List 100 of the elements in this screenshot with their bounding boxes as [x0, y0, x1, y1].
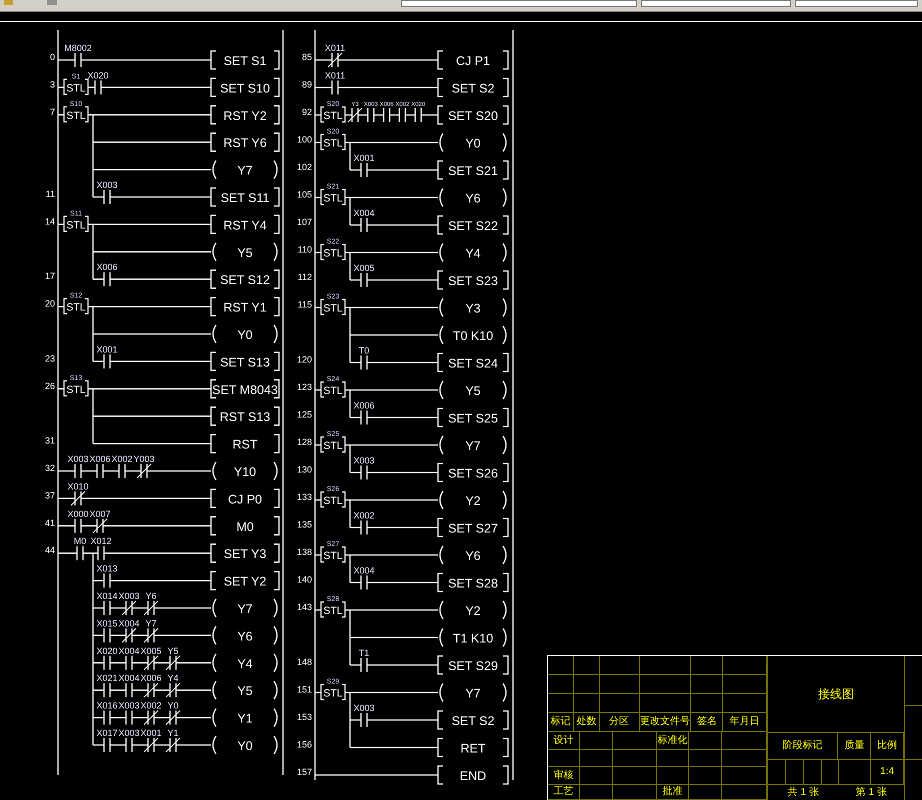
normally-closed-contact: X006 — [140, 673, 162, 698]
instruction-box: SET S27 — [437, 518, 509, 538]
step-number: 128 — [296, 437, 312, 447]
title-block-cell: 设计 — [548, 732, 580, 750]
output-coil: Y7 — [439, 436, 507, 454]
step-number: 89 — [302, 80, 312, 90]
instruction-box: END — [437, 765, 509, 785]
title-block-cell: 批准 — [656, 785, 690, 800]
instruction-box: CJ P0 — [210, 488, 280, 508]
output-coil: Y0 — [212, 324, 278, 344]
step-number: 115 — [298, 300, 312, 310]
normally-closed-contact: Y7 — [144, 618, 158, 643]
instruction-box: SET S12 — [210, 270, 280, 289]
title-block-cell: 签名 — [691, 712, 724, 732]
title-block-cell: 阶段标记 — [768, 733, 838, 759]
output-coil: Y7 — [212, 598, 278, 618]
output-coil: Y6 — [439, 546, 507, 564]
step-number: 37 — [44, 490, 55, 500]
normally-open-contact: X001 — [353, 153, 375, 177]
normally-open-contact: X006 — [96, 262, 118, 286]
normally-closed-contact: Y5 — [166, 646, 180, 670]
step-number: 151 — [296, 684, 312, 694]
instruction-box: RST — [210, 434, 280, 454]
step-number: 156 — [296, 740, 312, 750]
title-block-cell: 处数 — [574, 712, 600, 732]
step-number: 125 — [296, 410, 312, 420]
title-block-cell: 1:4 — [871, 760, 904, 784]
step-number: 107 — [296, 217, 312, 227]
output-coil: Y5 — [212, 680, 278, 700]
instruction-box: SET S23 — [437, 270, 509, 290]
normally-open-contact: X003 — [67, 454, 89, 478]
output-coil: Y5 — [439, 380, 507, 400]
normally-open-contact: M8002 — [64, 43, 92, 67]
step-number: 123 — [296, 382, 312, 392]
normally-open-contact: M0 — [74, 536, 86, 560]
output-coil: Y5 — [212, 242, 278, 262]
step-number: 92 — [302, 107, 312, 117]
instruction-box: SET S25 — [437, 408, 509, 428]
normally-open-contact: X001 — [96, 344, 118, 368]
instruction-box: RST S13 — [210, 406, 280, 426]
normally-closed-contact: X011 — [324, 43, 346, 68]
title-block-cell: 标记 — [548, 712, 574, 732]
step-number: 0 — [50, 52, 55, 62]
sheet-number: 第 1 张 — [854, 788, 888, 798]
step-number: 102 — [296, 162, 312, 172]
normally-open-contact: X003 — [353, 456, 375, 480]
step-number: 17 — [44, 271, 55, 282]
normally-open-contact: X003 — [118, 700, 140, 725]
dropdown-field[interactable] — [795, 0, 918, 7]
instruction-box: RST Y2 — [210, 105, 280, 124]
step-number: 100 — [296, 134, 312, 144]
output-coil: Y4 — [439, 243, 507, 262]
normally-open-contact: X006 — [353, 400, 375, 424]
output-coil: T1 K10 — [439, 628, 507, 647]
step-number: 7 — [50, 106, 55, 117]
normally-closed-contact: X004 — [118, 618, 140, 643]
step-number: 26 — [44, 380, 55, 391]
normally-open-contact: X016 — [96, 700, 118, 725]
instruction-box: SET S24 — [437, 352, 509, 372]
step-number: 157 — [296, 767, 312, 777]
instruction-box: M0 — [210, 516, 280, 536]
normally-open-contact: X006 — [89, 454, 111, 478]
normally-closed-contact: Y6 — [144, 591, 158, 616]
instruction-box: SET S20 — [437, 105, 509, 125]
instruction-box: RST Y1 — [210, 296, 280, 316]
normally-open-contact: T1 — [358, 648, 370, 672]
output-coil: Y4 — [212, 653, 278, 672]
normally-open-contact: X011 — [324, 70, 346, 94]
step-number: 85 — [302, 52, 312, 62]
normally-open-contact: X015 — [96, 618, 118, 642]
title-block-cell: 标准化 — [656, 732, 690, 750]
output-coil: Y3 — [439, 298, 507, 317]
dropdown-field[interactable] — [640, 0, 792, 7]
output-coil: Y10 — [212, 462, 278, 480]
step-number: 14 — [44, 216, 55, 226]
normally-closed-contact: X001 — [140, 728, 162, 752]
normally-closed-contact: Y1 — [166, 728, 180, 752]
instruction-box: SET S2 — [437, 78, 509, 98]
normally-open-contact: X005 — [353, 263, 375, 287]
step-number: 130 — [296, 464, 312, 474]
normally-open-contact: X014 — [96, 591, 118, 615]
output-coil: Y2 — [439, 490, 507, 510]
instruction-box: SET S2 — [437, 710, 509, 730]
step-number: 41 — [44, 518, 55, 528]
normally-closed-contact: X002 — [140, 700, 162, 726]
dropdown-field[interactable] — [400, 0, 637, 7]
instruction-box: SET M8043 — [210, 379, 280, 398]
instruction-box: SET Y3 — [210, 544, 280, 563]
normally-closed-contact: X005 — [140, 646, 162, 670]
title-block-cell: 工艺 — [548, 785, 580, 800]
step-number: 11 — [46, 189, 55, 199]
normally-closed-contact: Y003 — [133, 454, 155, 478]
step-number: 44 — [44, 545, 55, 556]
title-block-cell: 质量 — [838, 733, 872, 759]
normally-open-contact: X002 — [111, 454, 133, 478]
output-coil: Y7 — [212, 160, 278, 179]
sheet-total: 共 1 张 — [786, 788, 820, 798]
instruction-box: SET S28 — [437, 572, 509, 592]
normally-closed-contact: X010 — [67, 481, 89, 506]
output-coil: Y2 — [439, 600, 507, 620]
